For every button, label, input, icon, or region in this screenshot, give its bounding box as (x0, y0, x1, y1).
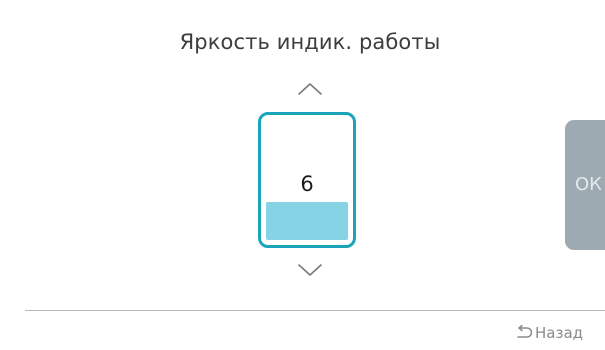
back-arrow-icon (514, 325, 533, 341)
chevron-up-icon (298, 83, 322, 95)
back-label: Назад (535, 324, 584, 342)
chevron-down-icon (298, 264, 322, 276)
ok-button[interactable]: ОК (565, 120, 605, 250)
decrease-button[interactable] (297, 262, 323, 278)
level-value: 6 (300, 172, 314, 196)
level-fill-bar (266, 202, 348, 240)
level-selector[interactable]: 6 (258, 112, 356, 248)
divider (25, 310, 605, 311)
settings-screen: Яркость индик. работы 6 ОК Назад (0, 0, 605, 350)
page-title: Яркость индик. работы (179, 30, 441, 54)
increase-button[interactable] (297, 81, 323, 97)
back-button[interactable]: Назад (514, 321, 583, 345)
